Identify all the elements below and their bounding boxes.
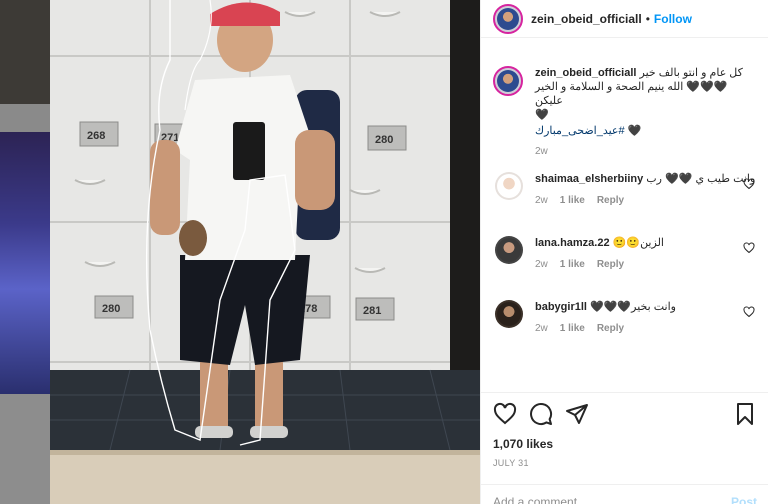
comment-age: 2w <box>535 323 548 334</box>
avatar[interactable] <box>495 172 523 200</box>
locker-number: 280 <box>102 303 120 315</box>
comments-list[interactable]: كل عام و انتو بالف خير zein_obeid_offici… <box>481 52 768 388</box>
post-header: zein_obeid_officiall • Follow <box>481 0 768 38</box>
paper-plane-icon[interactable] <box>565 402 589 426</box>
caption-hashtag[interactable]: #عيد_اضحى_مبارك <box>535 125 625 137</box>
comment-input[interactable] <box>493 495 731 504</box>
comment-meta: 2w 1 like Reply <box>535 194 757 208</box>
post-button[interactable]: Post <box>731 495 757 504</box>
comment-bubble-icon[interactable] <box>529 402 553 426</box>
caption-line: 🖤 <box>535 109 549 121</box>
comment-item: lana.hamza.22 🙂🙂الزين 2w 1 like Reply <box>481 234 768 298</box>
comment-item: shaimaa_elsherbiiny وانت طيب ي 🖤🖤 رب 2w … <box>481 170 768 234</box>
comment-username[interactable]: shaimaa_elsherbiiny <box>535 173 643 185</box>
comment-item: babygir1ll 🖤🖤🖤وانت بخير 2w 1 like Reply <box>481 298 768 362</box>
background-feed-strip <box>0 0 50 504</box>
reply-button[interactable]: Reply <box>597 258 624 272</box>
avatar[interactable] <box>493 3 523 34</box>
comment-body: babygir1ll 🖤🖤🖤وانت بخير 2w 1 like Reply <box>535 298 757 336</box>
caption-text: كل عام و انتو بالف خير zein_obeid_offici… <box>535 66 757 138</box>
separator-dot: • <box>645 11 650 26</box>
avatar-image <box>497 238 521 262</box>
comment-likes[interactable]: 1 like <box>560 258 585 272</box>
comment-text: 🙂🙂الزين <box>612 237 664 249</box>
comment-age: 2w <box>535 195 548 206</box>
post-details-panel: zein_obeid_officiall • Follow كل عام و ا… <box>480 0 768 504</box>
comment-meta: 2w 1 like Reply <box>535 258 757 272</box>
avatar[interactable] <box>493 66 523 96</box>
follow-button[interactable]: Follow <box>654 12 692 26</box>
caption-hashtag-suffix: 🖤 <box>627 125 642 137</box>
post-actions: 1,070 likes JULY 31 <box>481 392 768 468</box>
avatar[interactable] <box>495 300 523 328</box>
post-date: JULY 31 <box>493 458 529 468</box>
action-icons <box>493 401 757 427</box>
heart-icon[interactable] <box>743 306 755 318</box>
caption-username[interactable]: zein_obeid_officiall <box>535 67 636 79</box>
heart-icon[interactable] <box>743 242 755 254</box>
add-comment-bar: Post <box>481 484 768 504</box>
caption-age: 2w <box>535 146 548 157</box>
comment-age: 2w <box>535 259 548 270</box>
likes-count[interactable]: 1,070 likes <box>493 437 757 451</box>
post-caption: كل عام و انتو بالف خير zein_obeid_offici… <box>481 52 768 170</box>
comment-likes[interactable]: 1 like <box>560 322 585 336</box>
reply-button[interactable]: Reply <box>597 194 624 208</box>
comment-body: lana.hamza.22 🙂🙂الزين 2w 1 like Reply <box>535 234 757 272</box>
locker-number: 268 <box>87 130 105 142</box>
bookmark-icon[interactable] <box>733 402 757 426</box>
avatar-image <box>497 70 519 92</box>
locker-number: 280 <box>375 134 393 146</box>
locker-number: 281 <box>363 305 381 317</box>
instagram-post-modal: 268 271 280 280 278 281 zein_obeid_offic… <box>0 0 768 504</box>
comment-username[interactable]: lana.hamza.22 <box>535 237 610 249</box>
comment-likes[interactable]: 1 like <box>560 194 585 208</box>
heart-icon[interactable] <box>493 402 517 426</box>
comment-meta: 2w 1 like Reply <box>535 322 757 336</box>
avatar[interactable] <box>495 236 523 264</box>
post-photo[interactable]: 268 271 280 280 278 281 <box>50 0 480 504</box>
comment-text: وانت طيب ي 🖤🖤 رب <box>646 173 756 185</box>
avatar-image <box>497 174 521 198</box>
avatar-image <box>497 302 521 326</box>
reply-button[interactable]: Reply <box>597 322 624 336</box>
caption-line: كل عام و انتو بالف خير <box>639 67 743 79</box>
comment-text: 🖤🖤🖤وانت بخير <box>590 301 676 313</box>
comment-body: shaimaa_elsherbiiny وانت طيب ي 🖤🖤 رب 2w … <box>535 170 757 208</box>
caption-line: 🖤🖤🖤 الله ينيم الصحة و السلامة و الخير عل… <box>535 81 728 107</box>
post-username[interactable]: zein_obeid_officiall <box>531 12 642 26</box>
post-photo-illustration: 268 271 280 280 278 281 <box>50 0 480 504</box>
heart-icon[interactable] <box>743 178 755 190</box>
avatar-image <box>497 7 519 30</box>
comment-username[interactable]: babygir1ll <box>535 301 587 313</box>
